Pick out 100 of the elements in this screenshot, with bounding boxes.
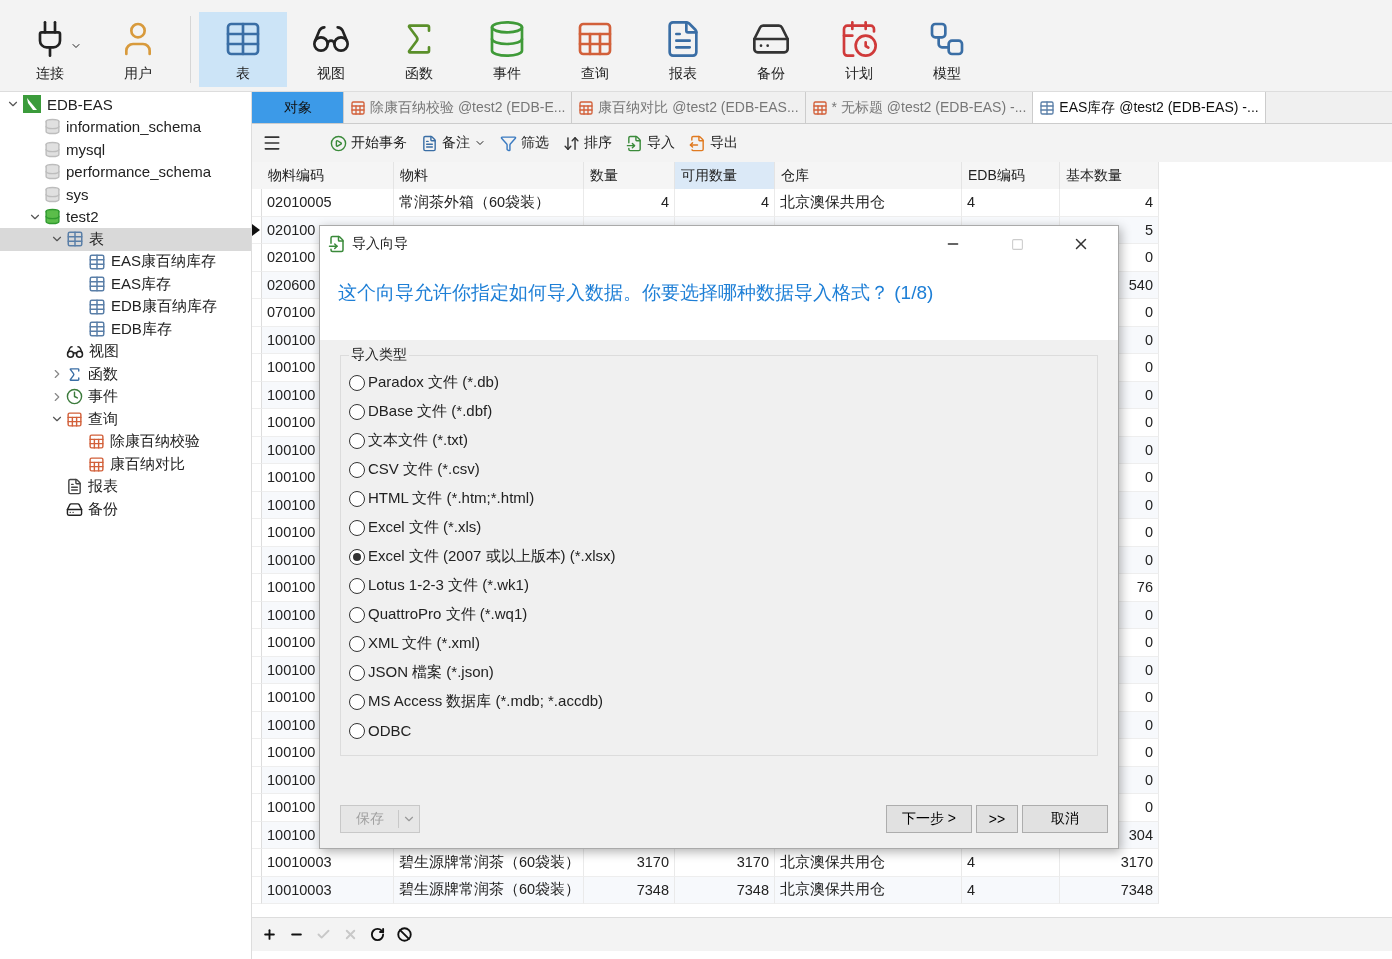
table-cell: 碧生源牌常润茶（60袋装）: [394, 876, 584, 904]
table-cell: 常润茶外箱（60袋装）: [394, 189, 584, 217]
tree-item[interactable]: 表: [0, 228, 251, 251]
sheet-icon: [88, 433, 105, 451]
radio-button[interactable]: [349, 577, 365, 594]
radio-button[interactable]: [349, 635, 365, 652]
radio-button[interactable]: [349, 722, 365, 739]
column-header[interactable]: 物料编码: [262, 162, 394, 189]
sheet-icon: [88, 455, 105, 473]
toolbar-button[interactable]: 计划: [815, 12, 903, 87]
toolbar-button[interactable]: 事件: [463, 12, 551, 87]
tree-item[interactable]: mysql: [0, 138, 251, 161]
tab[interactable]: 对象: [252, 92, 344, 123]
table-cell: 7348: [584, 876, 675, 904]
toolbar-button[interactable]: 视图: [287, 12, 375, 87]
tree-item[interactable]: 除康百纳校验: [0, 430, 251, 453]
radio-button[interactable]: [349, 374, 365, 391]
tree-item[interactable]: 报表: [0, 475, 251, 498]
clock-icon: [66, 388, 83, 406]
database-icon: [44, 163, 61, 181]
table-icon: [88, 320, 106, 339]
radio-button[interactable]: [349, 432, 365, 449]
table-cell: 4: [584, 189, 675, 217]
refresh-icon[interactable]: [370, 927, 385, 942]
sheet-icon: [811, 99, 828, 116]
column-header[interactable]: EDB编码: [962, 162, 1060, 189]
document-icon: [66, 478, 83, 496]
toolbar-button[interactable]: 表: [199, 12, 287, 87]
radio-button[interactable]: [349, 606, 365, 623]
tree-item[interactable]: 视图: [0, 340, 251, 363]
menu-icon[interactable]: [262, 133, 282, 153]
tree-item[interactable]: sys: [0, 183, 251, 206]
connection-icon: [22, 94, 42, 115]
tree-item[interactable]: 函数: [0, 363, 251, 386]
table-cell: 10010003: [262, 849, 394, 877]
database-icon: [44, 140, 61, 158]
tree-item[interactable]: information_schema: [0, 115, 251, 138]
radio-button[interactable]: [349, 461, 365, 478]
toolbar-button[interactable]: 查询: [551, 12, 639, 87]
toolbar-button[interactable]: 导入: [626, 134, 675, 152]
tree-item[interactable]: performance_schema: [0, 160, 251, 183]
toolbar-button[interactable]: 筛选: [500, 134, 549, 152]
toolbar-button[interactable]: 开始事务: [330, 134, 407, 152]
radio-button[interactable]: [349, 548, 365, 565]
sheet-icon: [578, 99, 595, 116]
tree-item[interactable]: EDB-EAS: [0, 93, 251, 116]
toolbar-button[interactable]: 报表: [639, 12, 727, 87]
toolbar-button[interactable]: 备份: [727, 12, 815, 87]
note-icon: [421, 134, 438, 152]
tab[interactable]: EAS库存 @test2 (EDB-EAS) -...: [1033, 92, 1266, 123]
table-cell: 7348: [1060, 876, 1159, 904]
radio-button[interactable]: [349, 664, 365, 681]
table-icon: [88, 275, 106, 294]
table-cell: 北京澳保共用仓: [775, 849, 962, 877]
tree-item[interactable]: EDB康百纳库存: [0, 295, 251, 318]
database-icon: [44, 208, 61, 226]
tree-item[interactable]: EDB库存: [0, 318, 251, 341]
column-header[interactable]: 物料: [394, 162, 584, 189]
toolbar-button[interactable]: 函数: [375, 12, 463, 87]
column-header[interactable]: 可用数量: [675, 162, 775, 189]
column-header[interactable]: 基本数量: [1060, 162, 1159, 189]
dialog-button[interactable]: >>: [976, 805, 1018, 833]
dialog-button[interactable]: 下一步 >: [886, 805, 972, 833]
table-cell: 4: [962, 849, 1060, 877]
play-icon: [330, 134, 347, 152]
radio-button[interactable]: [349, 519, 365, 536]
tree-item[interactable]: test2: [0, 205, 251, 228]
tree-item[interactable]: 事件: [0, 385, 251, 408]
database-icon: [44, 185, 61, 203]
table-cell: 3170: [584, 849, 675, 877]
table-icon: [88, 252, 106, 271]
table-icon: [1039, 99, 1056, 116]
table-cell: 4: [962, 876, 1060, 904]
radio-button[interactable]: [349, 693, 365, 710]
current-row-icon: [252, 223, 260, 236]
radio-button[interactable]: [349, 490, 365, 507]
table-cell: 北京澳保共用仓: [775, 189, 962, 217]
stop-icon[interactable]: [397, 927, 412, 942]
toolbar-button[interactable]: 模型: [903, 12, 991, 87]
tree-item[interactable]: EAS库存: [0, 273, 251, 296]
add-icon[interactable]: [262, 927, 277, 942]
column-header[interactable]: 数量: [584, 162, 675, 189]
toolbar-button[interactable]: 排序: [563, 134, 612, 152]
toolbar-button[interactable]: 备注: [421, 134, 486, 152]
toolbar-button[interactable]: 连接: [6, 12, 94, 87]
tree-item[interactable]: 康百纳对比: [0, 453, 251, 476]
toolbar-button[interactable]: 用户: [94, 12, 182, 87]
tree-item[interactable]: EAS康百纳库存: [0, 250, 251, 273]
dialog-button[interactable]: 取消: [1022, 805, 1108, 833]
radio-button[interactable]: [349, 403, 365, 420]
table-cell: 北京澳保共用仓: [775, 876, 962, 904]
table-cell: 4: [1060, 189, 1159, 217]
table-icon: [88, 297, 106, 316]
drive-icon: [66, 500, 83, 518]
table-cell: 4: [962, 189, 1060, 217]
tree-item[interactable]: 查询: [0, 408, 251, 431]
toolbar-button[interactable]: 导出: [689, 134, 738, 152]
table-cell: 3170: [675, 849, 775, 877]
tree-item[interactable]: 备份: [0, 498, 251, 521]
column-header[interactable]: 仓库: [775, 162, 962, 189]
